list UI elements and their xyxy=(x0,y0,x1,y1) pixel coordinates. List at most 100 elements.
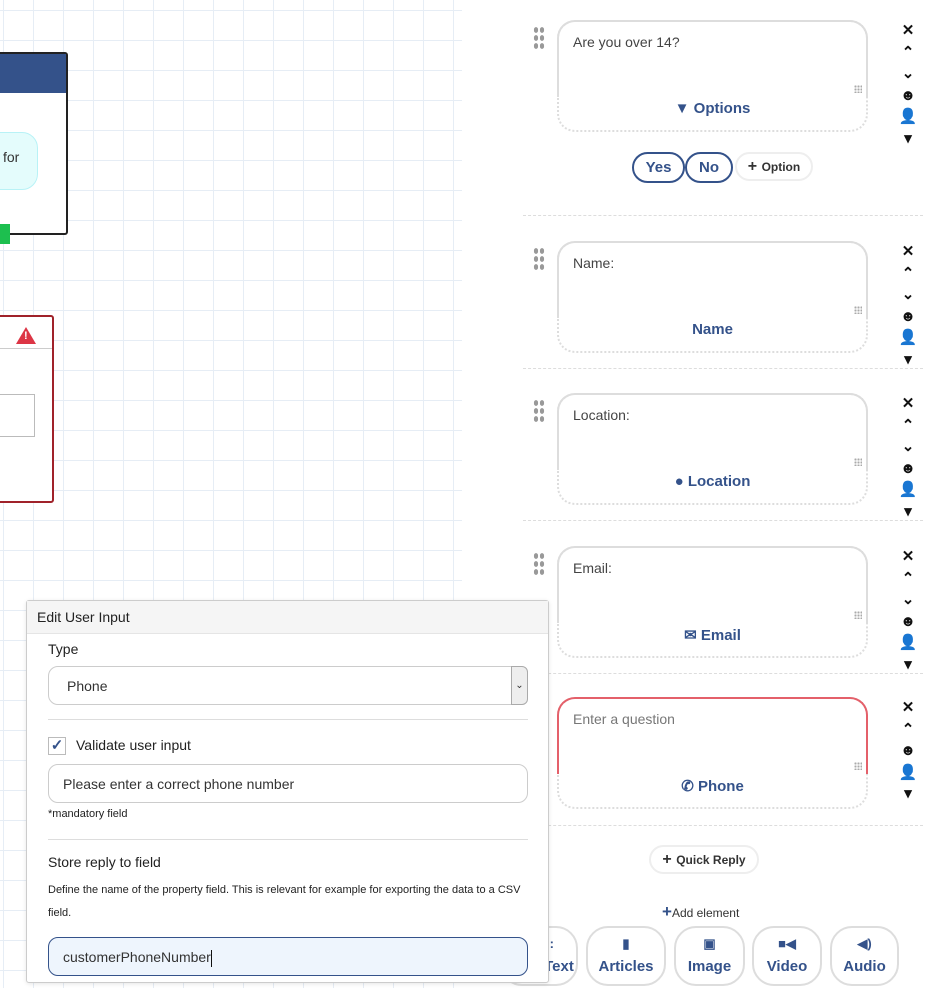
card-type-label: Name xyxy=(692,321,733,338)
smiley-icon[interactable]: ☻ xyxy=(896,306,920,328)
question-textarea[interactable]: Location: xyxy=(557,393,868,470)
add-element-label: Add element xyxy=(671,906,740,920)
book-icon: ▮ xyxy=(622,936,630,951)
divider xyxy=(523,825,923,826)
drag-handle[interactable] xyxy=(533,247,545,271)
close-icon[interactable]: ✕ xyxy=(896,546,920,568)
chevron-down-icon[interactable]: ⌄ xyxy=(896,436,920,458)
warning-icon: ! xyxy=(16,327,36,344)
resize-grip[interactable] xyxy=(854,85,862,93)
chevron-down-icon[interactable]: ⌄ xyxy=(896,284,920,306)
card-type-button[interactable]: Name xyxy=(559,321,866,338)
chevron-down-icon[interactable]: ⌄ xyxy=(896,63,920,85)
resize-grip[interactable] xyxy=(854,306,862,314)
type-label: Type xyxy=(48,641,79,657)
chevron-down-icon[interactable]: ⌄ xyxy=(896,589,920,611)
store-value: customerPhoneNumber xyxy=(63,949,211,965)
element-label: Video xyxy=(766,958,808,975)
close-icon[interactable]: ✕ xyxy=(896,393,920,415)
quick-reply-label: Quick Reply xyxy=(676,853,746,867)
node-connector[interactable] xyxy=(0,224,10,244)
user-dropdown-icon[interactable]: 👤▾ xyxy=(896,327,920,370)
audio-icon: ◀) xyxy=(857,936,872,951)
validate-checkbox[interactable]: ✓ xyxy=(48,737,66,755)
video-icon: ■◀ xyxy=(778,936,796,951)
plus-icon: + xyxy=(662,851,677,868)
question-card: Enter a question ✆ Phone xyxy=(557,697,868,809)
add-element[interactable]: +Add element xyxy=(662,902,739,922)
resize-grip[interactable] xyxy=(854,611,862,619)
chevron-up-icon[interactable]: ⌃ xyxy=(896,719,920,741)
user-dropdown-icon[interactable]: 👤▾ xyxy=(896,479,920,522)
element-video-button[interactable]: ■◀ Video xyxy=(752,926,822,986)
card-type-button[interactable]: ✉ Email xyxy=(559,626,866,644)
plus-icon: + xyxy=(747,158,762,175)
chevron-up-icon[interactable]: ⌃ xyxy=(896,415,920,437)
smiley-icon[interactable]: ☻ xyxy=(896,740,920,762)
close-icon[interactable]: ✕ xyxy=(896,241,920,263)
plus-icon: + xyxy=(662,902,672,921)
smiley-icon[interactable]: ☻ xyxy=(896,611,920,633)
close-icon[interactable]: ✕ xyxy=(896,20,920,42)
user-dropdown-icon[interactable]: 👤▾ xyxy=(896,762,920,805)
element-audio-button[interactable]: ◀) Audio xyxy=(830,926,899,986)
store-help: Define the name of the property field. T… xyxy=(48,884,521,919)
envelope-icon: ✉ xyxy=(684,627,701,644)
card-type-button[interactable]: ● Location xyxy=(559,473,866,490)
question-textarea[interactable]: Enter a question xyxy=(557,697,868,774)
card-type-button[interactable]: ✆ Phone xyxy=(559,777,866,795)
option-yes[interactable]: Yes xyxy=(632,152,685,183)
option-no[interactable]: No xyxy=(685,152,733,183)
chevron-up-icon[interactable]: ⌃ xyxy=(896,42,920,64)
element-articles-button[interactable]: ▮ Articles xyxy=(586,926,666,986)
user-dropdown-icon[interactable]: 👤▾ xyxy=(896,106,920,149)
question-text: Name: xyxy=(573,255,615,271)
drag-handle[interactable] xyxy=(533,26,545,50)
add-option-button[interactable]: + Option xyxy=(735,152,813,181)
card-tools: ✕ ⌃ ☻ 👤▾ xyxy=(896,697,920,805)
resize-grip[interactable] xyxy=(854,458,862,466)
card-tools: ✕ ⌃ ⌄ ☻ 👤▾ xyxy=(896,241,920,370)
question-text: Location: xyxy=(573,407,630,423)
image-icon: ▣ xyxy=(703,936,716,951)
drag-handle[interactable] xyxy=(533,552,545,576)
card-type-button[interactable]: ▼ Options xyxy=(559,100,866,117)
question-textarea[interactable]: Are you over 14? xyxy=(557,20,868,97)
store-field-input[interactable]: customerPhoneNumber xyxy=(48,937,528,976)
question-text: Email: xyxy=(573,560,612,576)
flow-node-error[interactable]: ! xyxy=(0,315,54,503)
validation-message-input[interactable]: Please enter a correct phone number xyxy=(48,764,528,803)
question-card: Email: ✉ Email xyxy=(557,546,868,658)
card-type-label: Options xyxy=(693,100,751,117)
chevron-up-icon[interactable]: ⌃ xyxy=(896,568,920,590)
smiley-icon[interactable]: ☻ xyxy=(896,458,920,480)
type-value: Phone xyxy=(67,678,108,694)
smiley-icon[interactable]: ☻ xyxy=(896,85,920,107)
chevron-up-icon[interactable]: ⌃ xyxy=(896,263,920,285)
type-select[interactable]: Phone ⌄ xyxy=(48,666,528,705)
message-bubble: for xyxy=(0,132,38,190)
flow-node[interactable]: for xyxy=(0,52,68,235)
question-textarea[interactable]: Name: xyxy=(557,241,868,318)
card-type-label: Phone xyxy=(697,778,744,795)
question-textarea[interactable]: Email: xyxy=(557,546,868,623)
resize-grip[interactable] xyxy=(854,762,862,770)
node-input xyxy=(0,394,35,437)
mandatory-note: *mandatory field xyxy=(48,808,128,820)
user-dropdown-icon[interactable]: 👤▾ xyxy=(896,632,920,675)
drag-handle[interactable] xyxy=(533,399,545,423)
phone-icon: ✆ xyxy=(681,778,698,795)
add-quick-reply-button[interactable]: + Quick Reply xyxy=(649,845,759,874)
element-label: Articles xyxy=(598,958,654,975)
card-tools: ✕ ⌃ ⌄ ☻ 👤▾ xyxy=(896,393,920,522)
edit-user-input-dialog: Edit User Input Type Phone ⌄ ✓ Validate u… xyxy=(26,600,549,983)
divider xyxy=(48,839,528,840)
chevron-down-icon[interactable]: ⌄ xyxy=(511,666,528,705)
element-image-button[interactable]: ▣ Image xyxy=(674,926,745,986)
divider xyxy=(48,719,528,720)
card-type-label: Location xyxy=(687,473,751,490)
question-card: Are you over 14? ▼ Options xyxy=(557,20,868,132)
node-header xyxy=(0,54,66,93)
close-icon[interactable]: ✕ xyxy=(896,697,920,719)
map-marker-icon: ● xyxy=(674,473,688,490)
